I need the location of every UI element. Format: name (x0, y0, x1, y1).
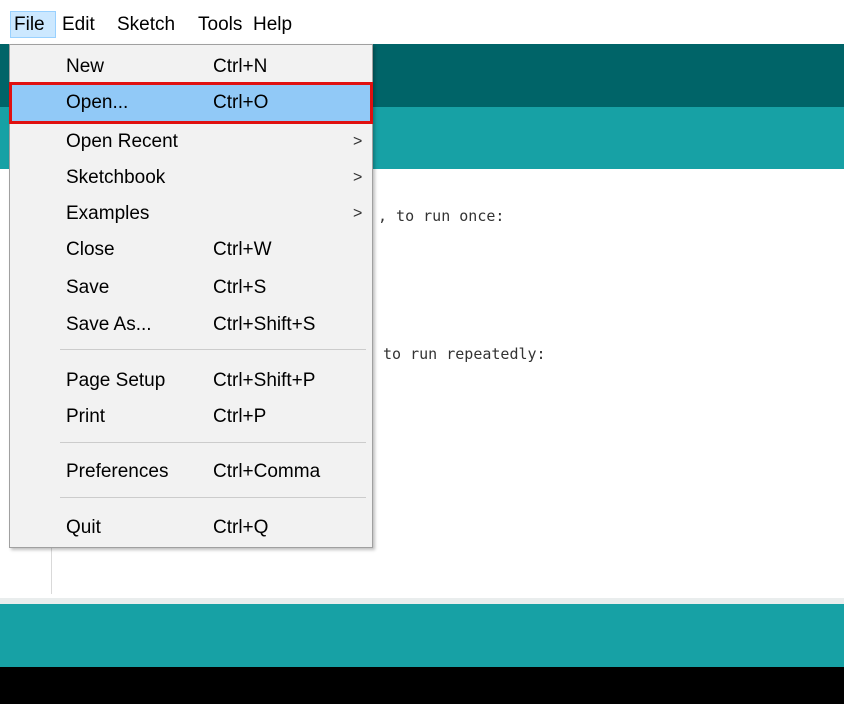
menu-item-shortcut: Ctrl+Shift+S (213, 314, 316, 335)
menu-item-shortcut: Ctrl+Q (213, 517, 269, 538)
menu-item-save[interactable]: Save Ctrl+S (12, 270, 370, 306)
menu-bar: File Edit Sketch Tools Help (0, 0, 844, 44)
menu-separator (60, 349, 366, 350)
menu-item-label: Print (66, 406, 106, 427)
menu-item-new[interactable]: New Ctrl+N (12, 49, 370, 85)
menu-item-sketchbook[interactable]: Sketchbook > (12, 160, 370, 196)
menu-item-print[interactable]: Print Ctrl+P (12, 399, 370, 435)
menu-item-open-recent[interactable]: Open Recent > (12, 124, 370, 160)
message-area (0, 604, 844, 667)
menu-help[interactable]: Help (250, 11, 295, 38)
chevron-right-icon: > (353, 205, 363, 222)
menu-item-shortcut: Ctrl+Comma (213, 461, 321, 482)
console-output (0, 667, 844, 704)
menu-file[interactable]: File (10, 11, 56, 38)
menu-item-label: Open Recent (66, 131, 178, 152)
menu-item-label: Preferences (66, 461, 169, 482)
menu-item-label: Save As... (66, 314, 152, 335)
menu-item-label: Quit (66, 517, 101, 538)
menu-item-shortcut: Ctrl+S (213, 277, 267, 298)
menu-item-label: New (66, 56, 105, 77)
menu-item-shortcut: Ctrl+P (213, 406, 267, 427)
menu-item-shortcut: Ctrl+Shift+P (213, 370, 316, 391)
chevron-right-icon: > (353, 169, 363, 186)
code-line-loop-comment: to run repeatedly: (374, 345, 546, 363)
menu-item-close[interactable]: Close Ctrl+W (12, 232, 370, 268)
menu-item-label: Close (66, 239, 115, 260)
chevron-right-icon: > (353, 133, 363, 150)
menu-tools[interactable]: Tools (195, 11, 245, 38)
menu-item-label: Examples (66, 203, 150, 224)
menu-item-shortcut: Ctrl+O (213, 92, 269, 113)
menu-item-page-setup[interactable]: Page Setup Ctrl+Shift+P (12, 363, 370, 399)
menu-item-label: Page Setup (66, 370, 166, 391)
menu-item-label: Sketchbook (66, 167, 166, 188)
menu-item-label: Save (66, 277, 110, 298)
file-menu-dropdown: New Ctrl+N Open... Ctrl+O Open Recent > … (9, 44, 373, 548)
code-line-setup-comment: , to run once: (378, 207, 505, 225)
menu-separator (60, 497, 366, 498)
menu-item-save-as[interactable]: Save As... Ctrl+Shift+S (12, 307, 370, 343)
menu-separator (60, 442, 366, 443)
menu-sketch[interactable]: Sketch (114, 11, 178, 38)
menu-item-shortcut: Ctrl+N (213, 56, 268, 77)
menu-item-shortcut: Ctrl+W (213, 239, 272, 260)
menu-edit[interactable]: Edit (59, 11, 98, 38)
menu-item-label: Open... (66, 92, 129, 113)
menu-item-quit[interactable]: Quit Ctrl+Q (12, 510, 370, 546)
menu-item-examples[interactable]: Examples > (12, 196, 370, 232)
menu-item-preferences[interactable]: Preferences Ctrl+Comma (12, 454, 370, 490)
menu-item-open[interactable]: Open... Ctrl+O (9, 82, 373, 124)
